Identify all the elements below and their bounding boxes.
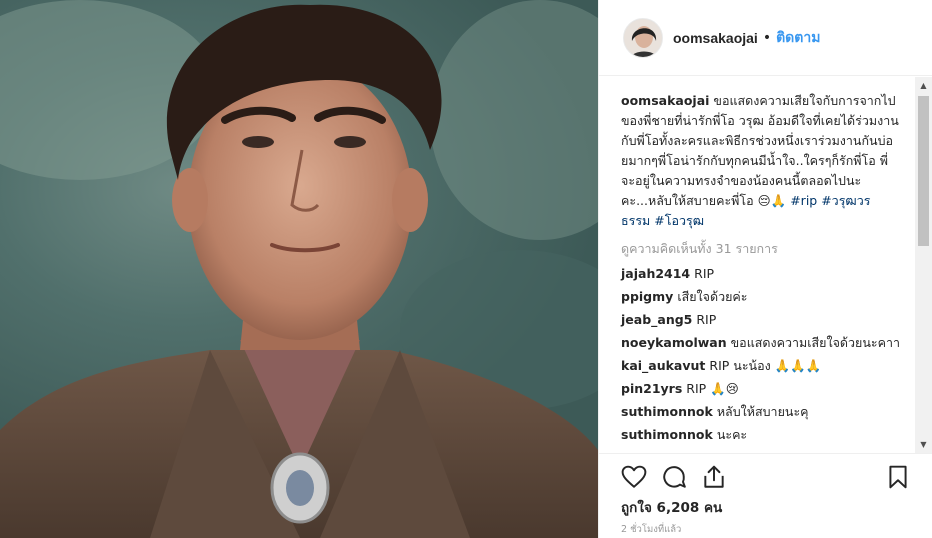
comment-username[interactable]: suthimonnok bbox=[621, 404, 713, 419]
scroll-up-arrow-icon[interactable]: ▲ bbox=[915, 77, 932, 94]
comments-list[interactable]: oomsakaojai ขอแสดงความเสียใจกับการจากไปข… bbox=[599, 77, 932, 453]
comment-item: pin21yrs RIP 🙏😢 bbox=[621, 379, 901, 399]
comment-icon[interactable] bbox=[661, 464, 687, 490]
comment-text: หลับให้สบายนะคุ bbox=[716, 404, 809, 419]
instagram-post: oomsakaojai • ติดตาม oomsakaojai ขอแสดงค… bbox=[0, 0, 932, 538]
header-username[interactable]: oomsakaojai bbox=[673, 30, 758, 46]
post-caption: oomsakaojai ขอแสดงความเสียใจกับการจากไปข… bbox=[621, 91, 899, 231]
avatar[interactable] bbox=[623, 17, 663, 58]
comment-username[interactable]: ppigmy bbox=[621, 289, 673, 304]
follow-button[interactable]: ติดตาม bbox=[776, 27, 820, 49]
comment-item: suthimonnok นะคะ bbox=[621, 425, 901, 445]
comment-username[interactable]: suthimonnok bbox=[621, 427, 713, 442]
comment-username[interactable]: jeab_ang5 bbox=[621, 312, 692, 327]
comment-item: noeykamolwan ขอแสดงความเสียใจด้วยนะคาา bbox=[621, 333, 901, 353]
likes-label[interactable]: ถูกใจ 6,208 คน bbox=[621, 500, 722, 516]
post-header: oomsakaojai • ติดตาม bbox=[599, 0, 932, 76]
comment-text: เสียใจด้วยค่ะ bbox=[677, 289, 748, 304]
caption-username[interactable]: oomsakaojai bbox=[621, 93, 709, 108]
comment-username[interactable]: kai_aukavut bbox=[621, 358, 705, 373]
avatar-image bbox=[624, 18, 662, 57]
comment-item: jajah2414 RIP bbox=[621, 264, 901, 284]
post-photo[interactable] bbox=[0, 0, 598, 538]
comment-text: นะคะ bbox=[716, 427, 748, 442]
scroll-down-arrow-icon[interactable]: ▼ bbox=[915, 436, 932, 453]
share-icon[interactable] bbox=[701, 464, 727, 490]
comment-text: RIP นะน้อง 🙏🙏🙏 bbox=[709, 358, 822, 373]
comment-text: ขอแสดงความเสียใจด้วยนะคาา bbox=[730, 335, 901, 350]
heart-icon[interactable] bbox=[621, 464, 647, 490]
scrollbar-thumb[interactable] bbox=[918, 96, 929, 246]
comment-item: suthimonnok หลับให้สบายนะคุ bbox=[621, 402, 901, 422]
bookmark-icon[interactable] bbox=[885, 464, 911, 490]
comment-username[interactable]: jajah2414 bbox=[621, 266, 690, 281]
caption-emoji: 😔🙏 bbox=[757, 193, 787, 208]
likes-count[interactable]: ถูกใจ 6,208 คน bbox=[621, 496, 722, 518]
post-side-panel: oomsakaojai • ติดตาม oomsakaojai ขอแสดงค… bbox=[598, 0, 932, 538]
caption-text: ขอแสดงความเสียใจกับการจากไปของพี่ชายที่น… bbox=[621, 93, 899, 208]
post-timestamp: 2 ชั่วโมงที่แล้ว bbox=[621, 524, 682, 535]
comment-username[interactable]: noeykamolwan bbox=[621, 335, 727, 350]
portrait-illustration bbox=[0, 0, 598, 538]
comment-item: kai_aukavut RIP นะน้อง 🙏🙏🙏 bbox=[621, 356, 901, 376]
comment-text: RIP bbox=[694, 266, 715, 281]
comment-item: ppigmy เสียใจด้วยค่ะ bbox=[621, 287, 901, 307]
comments-scrollbar[interactable]: ▲ ▼ bbox=[915, 77, 932, 453]
comment-text: RIP bbox=[696, 312, 717, 327]
comment-username[interactable]: pin21yrs bbox=[621, 381, 682, 396]
separator-dot: • bbox=[762, 29, 772, 46]
comment-item: jeab_ang5 RIP bbox=[621, 310, 901, 330]
comment-text: RIP 🙏😢 bbox=[686, 381, 739, 396]
view-all-comments-link[interactable]: ดูความคิดเห็นทั้ง 31 รายการ bbox=[621, 237, 909, 261]
